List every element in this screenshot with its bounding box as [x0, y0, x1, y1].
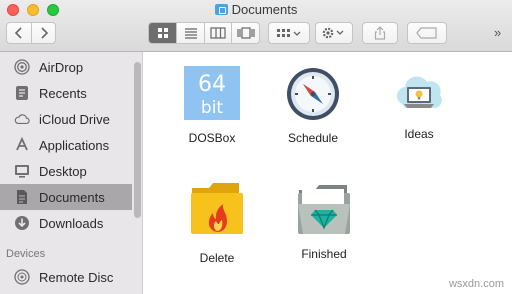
sidebar-item-documents[interactable]: Documents	[0, 184, 132, 210]
forward-button[interactable]	[31, 23, 55, 43]
file-name: Schedule	[287, 131, 339, 145]
fire-folder-icon	[191, 183, 243, 234]
columns-icon	[210, 27, 226, 39]
file-item-finished[interactable]: Finished	[279, 180, 369, 261]
gem-folder-icon	[298, 185, 350, 234]
tag-icon	[416, 27, 437, 39]
sidebar-section-devices: Devices	[6, 248, 46, 260]
disc-icon	[14, 269, 30, 285]
airdrop-icon	[14, 59, 30, 75]
sidebar-item-airdrop[interactable]: AirDrop	[0, 54, 132, 80]
desktop-icon	[14, 163, 30, 179]
sidebar-item-applications[interactable]: Applications	[0, 132, 132, 158]
cloud-icon	[14, 111, 30, 127]
share-button[interactable]	[362, 22, 398, 44]
chevron-left-icon	[14, 27, 22, 39]
toolbar: Documents »	[0, 0, 512, 52]
list-icon	[184, 28, 197, 39]
grid-icon	[157, 28, 168, 38]
back-button[interactable]	[7, 23, 31, 43]
arrange-button[interactable]	[268, 22, 310, 44]
dosbox-badge-number: 64	[198, 72, 226, 97]
recents-icon	[14, 85, 30, 101]
file-item-dosbox[interactable]: 64 bit DOSBox	[167, 64, 257, 145]
sidebar-item-recents[interactable]: Recents	[0, 80, 132, 106]
gear-icon	[322, 27, 344, 39]
sidebar-item-downloads[interactable]: Downloads	[0, 210, 132, 236]
dosbox-badge-text: bit	[201, 98, 224, 118]
list-view-button[interactable]	[176, 23, 204, 43]
navigation-buttons	[6, 22, 56, 44]
file-item-schedule[interactable]: Schedule	[268, 66, 358, 145]
tags-button[interactable]	[407, 22, 447, 44]
file-grid: 64 bit DOSBox Schedule Ideas Delete Fini…	[144, 52, 512, 294]
sidebar-item-icloud-drive[interactable]: iCloud Drive	[0, 106, 132, 132]
watermark: wsxdn.com	[448, 278, 504, 290]
applications-icon	[14, 137, 30, 153]
dosbox-icon: 64 bit	[184, 66, 240, 120]
chevron-right-icon	[40, 27, 48, 39]
toolbar-overflow-button[interactable]: »	[494, 25, 501, 40]
arrange-icon	[277, 29, 301, 37]
share-icon	[374, 26, 386, 40]
window-title: Documents	[0, 2, 512, 17]
gallery-view-button[interactable]	[231, 23, 259, 43]
view-mode-switcher	[148, 22, 260, 44]
sidebar: AirDrop Recents iCloud Drive Application…	[0, 52, 143, 294]
icon-view-button[interactable]	[149, 23, 177, 43]
file-name: DOSBox	[188, 131, 236, 145]
sidebar-scrollbar[interactable]	[134, 62, 141, 218]
action-menu-button[interactable]	[315, 22, 353, 44]
file-name: Finished	[301, 247, 347, 261]
sidebar-item-remote-disc[interactable]: Remote Disc	[0, 264, 132, 290]
ideas-icon	[397, 76, 442, 108]
sidebar-item-desktop[interactable]: Desktop	[0, 158, 132, 184]
file-item-ideas[interactable]: Ideas	[374, 68, 464, 141]
documents-icon	[14, 189, 30, 205]
gallery-icon	[237, 27, 255, 39]
column-view-button[interactable]	[203, 23, 232, 43]
file-item-delete[interactable]: Delete	[172, 176, 262, 265]
file-name: Delete	[199, 251, 235, 265]
downloads-icon	[14, 215, 30, 231]
compass-icon	[287, 68, 339, 120]
documents-folder-icon	[214, 4, 228, 15]
file-name: Ideas	[404, 127, 434, 141]
